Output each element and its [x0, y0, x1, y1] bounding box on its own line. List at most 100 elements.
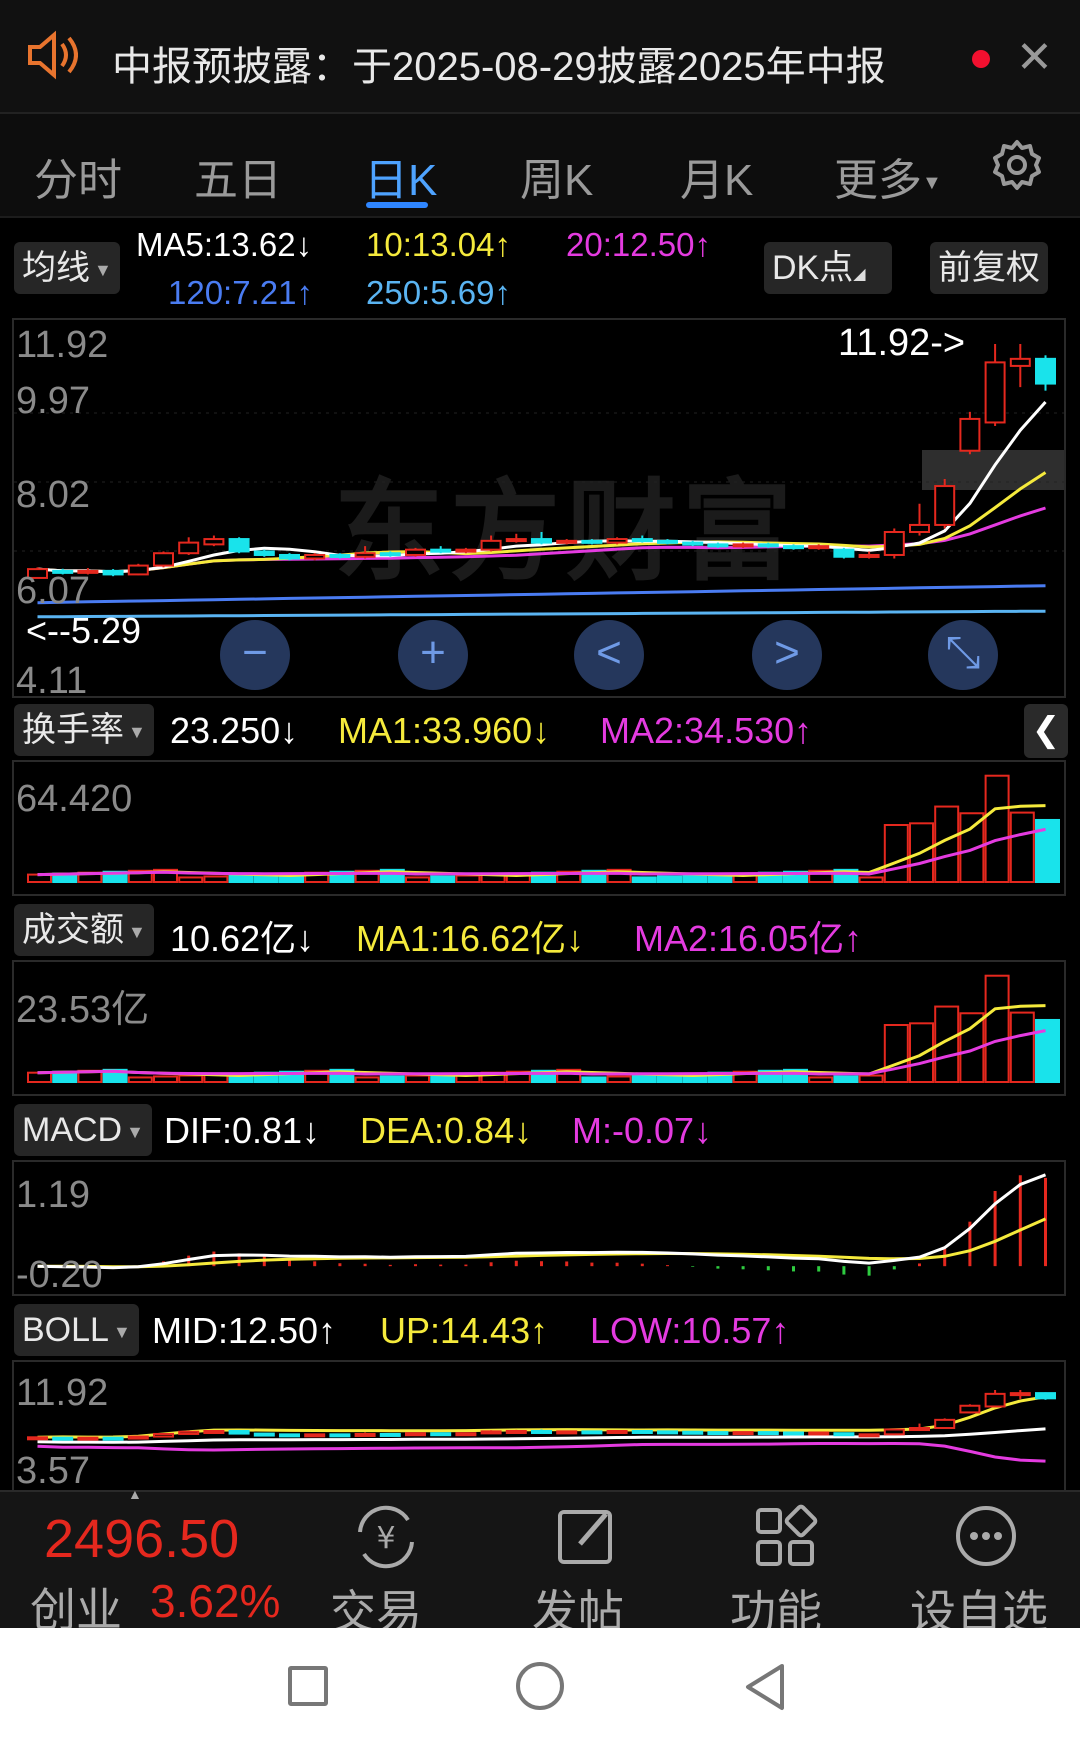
candle-body [783, 545, 804, 550]
add-watchlist-button[interactable]: 设自选 [900, 1492, 1070, 1638]
candle-body [858, 553, 880, 558]
candle-body [253, 550, 275, 556]
candle-body [909, 523, 930, 534]
macd-top-label: 1.19 [16, 1174, 90, 1216]
boll-candle-body [757, 1431, 779, 1436]
amount-selector[interactable]: 成交额 ▼ [14, 904, 154, 956]
boll-chart[interactable]: 11.92 3.57 [12, 1360, 1066, 1490]
tab-five-day[interactable]: 五日 [194, 144, 282, 208]
tab-minute[interactable]: 分时 [34, 144, 122, 208]
macd-selector[interactable]: MACD ▼ [14, 1104, 152, 1156]
amount-bar [909, 1022, 934, 1083]
candle-body [228, 538, 250, 553]
boll-candle-body [682, 1430, 704, 1435]
turnover-selector[interactable]: 换手率 ▼ [14, 704, 154, 756]
turnover-selector-label: 换手率 [22, 711, 124, 749]
max-price-label: 11.92-> [838, 322, 966, 364]
boll-low-line [37, 1441, 1046, 1463]
ma120-line [37, 584, 1046, 605]
macd-svg [37, 1173, 1047, 1276]
candle-body [657, 539, 678, 544]
amount-bar [808, 1076, 834, 1084]
candle-body [178, 541, 200, 555]
turnover-ma2: MA2:34.530↑ [600, 710, 813, 751]
boll-candle-body [102, 1436, 124, 1441]
amount-value: 10.62亿↓ [170, 918, 315, 959]
gear-icon[interactable] [990, 138, 1044, 192]
turnover-svg [27, 774, 1060, 884]
turnover-bar [178, 876, 204, 884]
candle-body [279, 553, 300, 560]
amount-selector-label: 成交额 [22, 911, 124, 949]
boll-candle-body [556, 1430, 578, 1435]
ma250-line [37, 609, 1046, 619]
turnover-ma1: MA1:33.960↓ [338, 710, 551, 751]
speaker-icon [28, 30, 78, 80]
tab-more[interactable]: 更多▼ [834, 144, 942, 208]
boll-candle-body [153, 1432, 174, 1438]
fullscreen-button[interactable]: ⤡ [928, 620, 998, 690]
boll-candle-body [707, 1431, 729, 1436]
candle-body [430, 548, 452, 553]
candle-body [1035, 357, 1056, 385]
boll-low: LOW:10.57↑ [590, 1310, 790, 1351]
period-tabs: 分时 五日 日K 周K 月K 更多▼ [0, 114, 1080, 218]
post-button[interactable]: 发帖 [520, 1492, 660, 1638]
edit-icon [558, 1510, 612, 1564]
ma250-value: 250:5.69↑ [366, 274, 511, 311]
index-quote[interactable]: ▲ 2496.50 创业 3.62% [0, 1486, 280, 1636]
candle-body [833, 548, 855, 558]
boll-svg [27, 1390, 1056, 1463]
caret-down-icon: ▼ [128, 722, 146, 743]
caret-down-icon: ▼ [126, 1122, 144, 1143]
boll-mid: MID:12.50↑ [152, 1310, 337, 1351]
zoom-out-button[interactable]: − [220, 620, 290, 690]
caret-down-icon: ▼ [922, 171, 942, 194]
macd-chart[interactable]: 1.19 -0.20 [12, 1160, 1066, 1296]
trade-button[interactable]: ¥ 交易 [320, 1492, 460, 1638]
caret-down-icon: ▼ [94, 260, 112, 281]
function-button[interactable]: 功能 [720, 1492, 860, 1638]
price-adjust-button[interactable]: 前复权 [930, 242, 1048, 294]
recent-apps-icon[interactable] [288, 1666, 328, 1706]
amount-bar [858, 1074, 884, 1084]
boll-bottom-label: 3.57 [16, 1450, 90, 1490]
ma-selector[interactable]: 均线 ▼ [14, 242, 120, 294]
scroll-right-button[interactable]: > [752, 620, 822, 690]
tab-day-k[interactable]: 日K [364, 144, 437, 208]
boll-top-label: 11.92 [16, 1372, 109, 1414]
candle-body [102, 569, 124, 576]
boll-candle-body [606, 1429, 628, 1434]
boll-candle-body [253, 1432, 275, 1437]
tab-month-k[interactable]: 月K [680, 144, 753, 208]
collapse-panel-button[interactable]: ❮ [1024, 704, 1068, 758]
boll-candle-body [808, 1431, 830, 1436]
dk-point-button[interactable]: DK点◢ [764, 242, 892, 294]
boll-candle-body [52, 1436, 74, 1441]
candle-body [732, 543, 754, 548]
candle-body [682, 541, 704, 546]
boll-selector[interactable]: BOLL ▼ [14, 1304, 139, 1356]
caret-down-icon: ▼ [128, 922, 146, 943]
dk-point-label: DK点 [772, 249, 854, 287]
notice-text[interactable]: 中报预披露：于2025-08-29披露2025年中报 [112, 34, 886, 92]
candle-body [606, 538, 628, 544]
close-icon[interactable]: ✕ [1016, 32, 1053, 83]
amount-chart[interactable]: 23.53亿 [12, 960, 1066, 1096]
turnover-bar-ma2-line [37, 827, 1046, 877]
scroll-left-button[interactable]: < [574, 620, 644, 690]
notice-bar[interactable]: 中报预披露：于2025-08-29披露2025年中报 ✕ [0, 0, 1080, 114]
back-icon[interactable] [742, 1662, 792, 1712]
boll-candle-body [279, 1433, 300, 1438]
home-icon[interactable] [516, 1662, 564, 1710]
kline-chart[interactable]: 东方财富 11.92 9.97 8.02 6.07 4.11 11.92-> <… [12, 318, 1066, 698]
turnover-max-label: 64.420 [16, 778, 133, 820]
candle-body [757, 543, 779, 548]
boll-candle-body [127, 1435, 149, 1440]
tab-week-k[interactable]: 周K [520, 144, 593, 208]
candle-body [556, 539, 578, 544]
turnover-chart[interactable]: 64.420 [12, 760, 1066, 896]
price-axis-label: 4.11 [16, 660, 88, 698]
zoom-in-button[interactable]: + [398, 620, 468, 690]
boll-candle-body [531, 1429, 552, 1434]
